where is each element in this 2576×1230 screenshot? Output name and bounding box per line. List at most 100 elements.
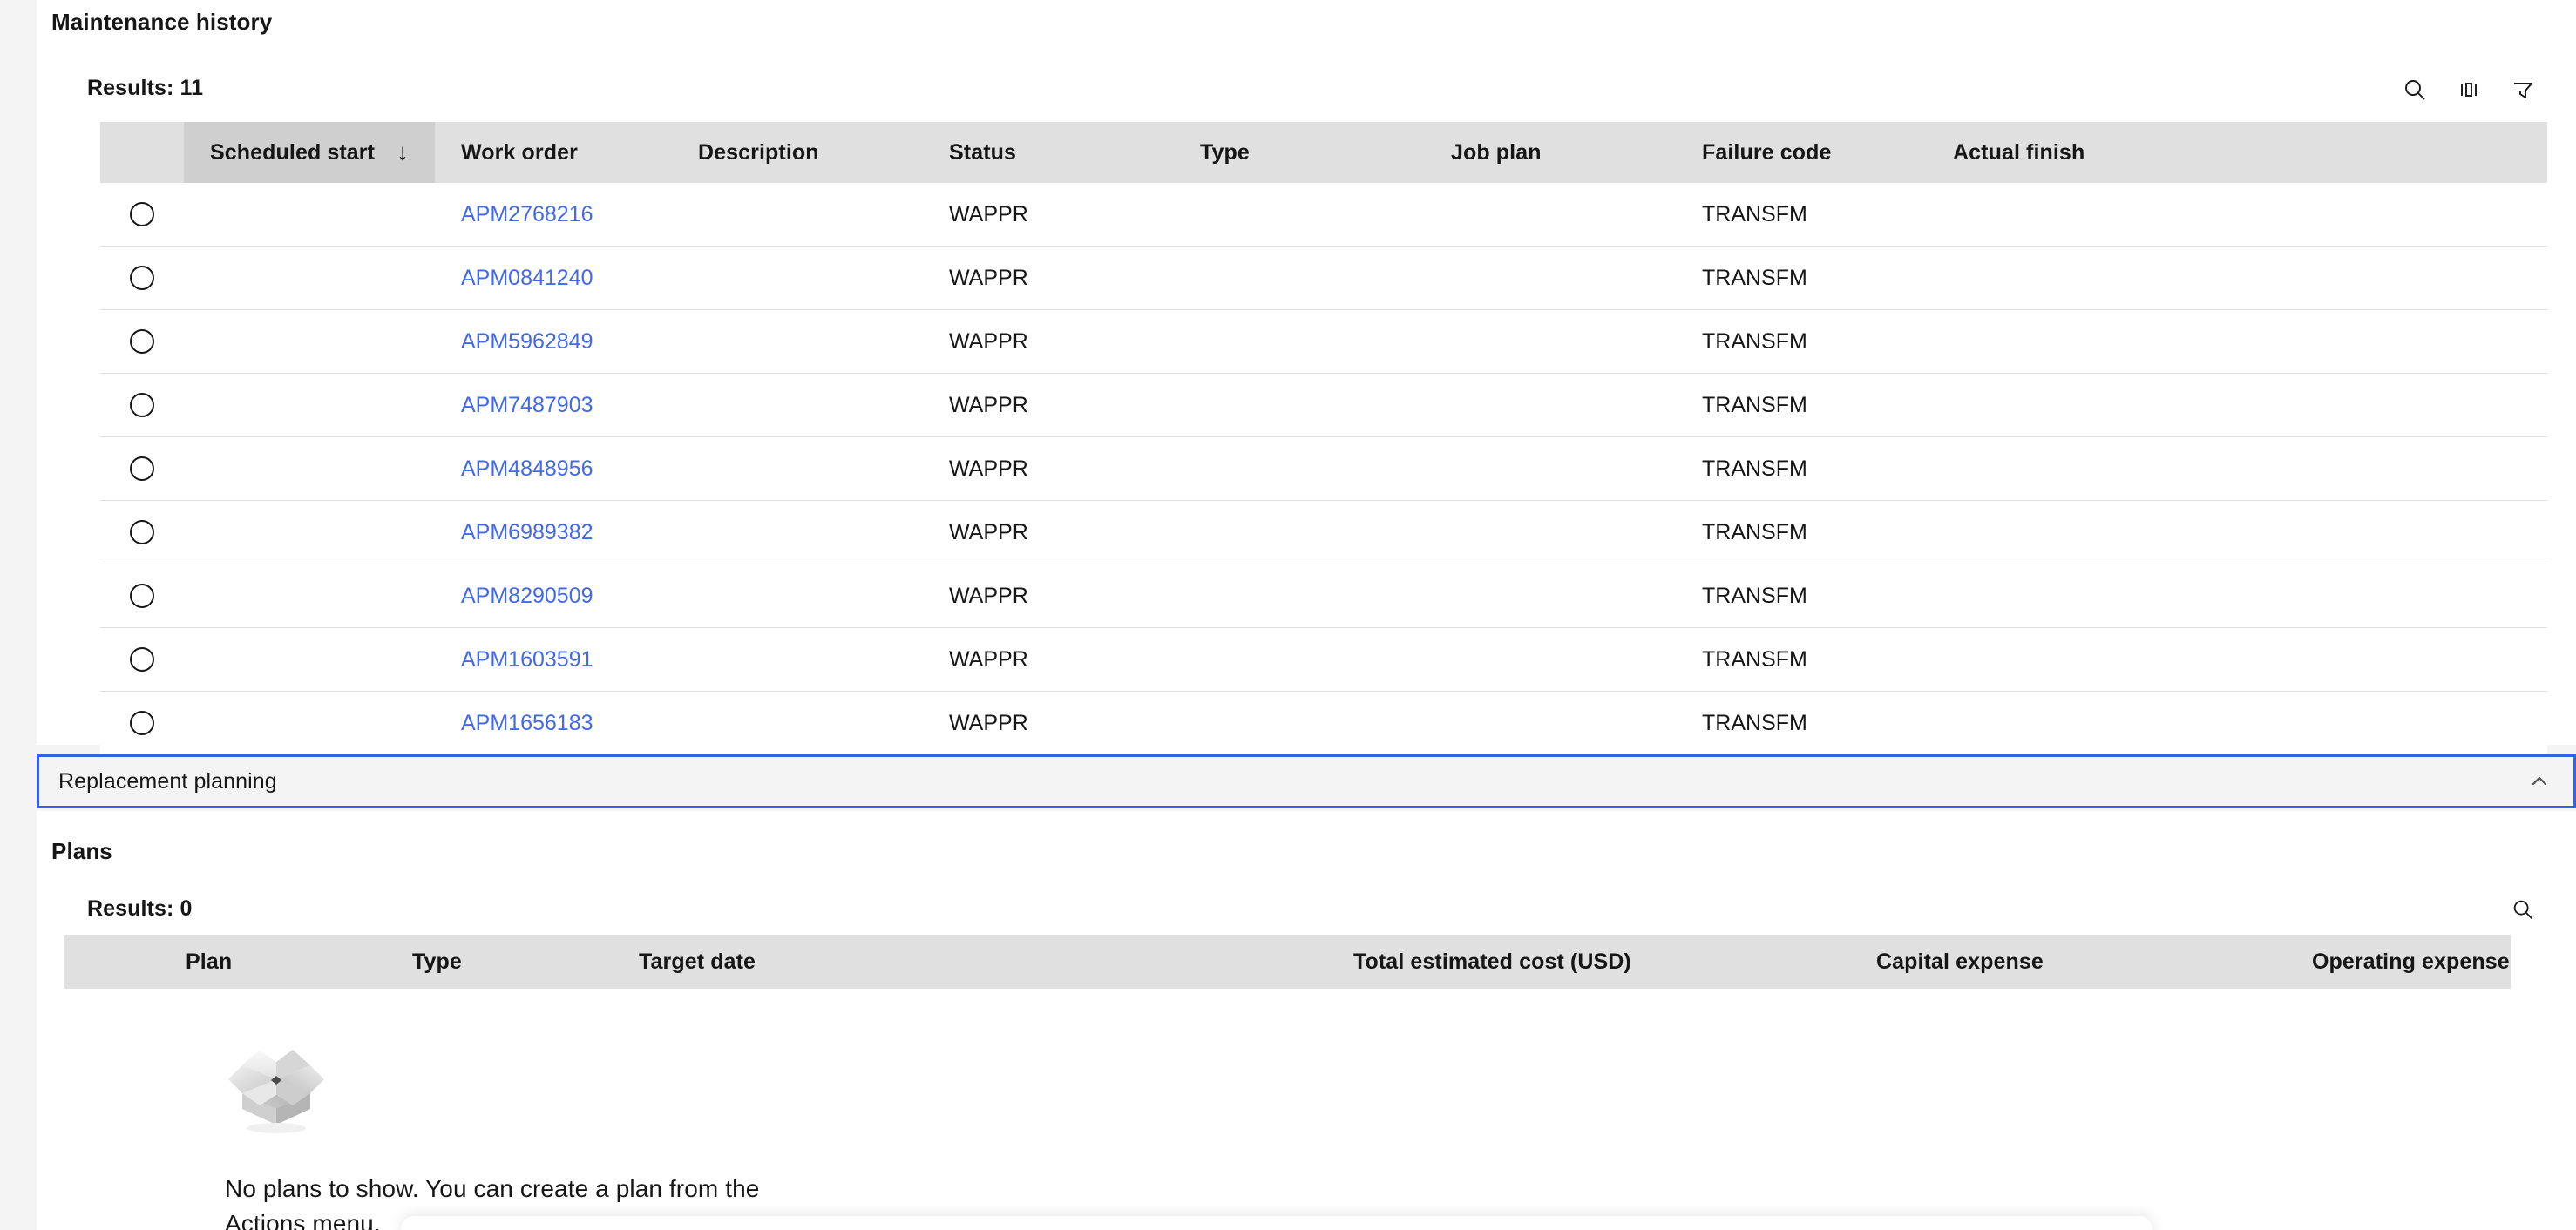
column-header-scheduled-start[interactable]: Scheduled start ↓ — [184, 122, 435, 183]
row-radio-button[interactable] — [130, 711, 154, 735]
column-header-actual-finish[interactable]: Actual finish — [1927, 122, 2547, 183]
work-order-link[interactable]: APM1656183 — [461, 711, 593, 735]
page-title: Maintenance history — [51, 9, 273, 35]
column-header-job-plan[interactable]: Job plan — [1425, 122, 1676, 183]
table-row[interactable]: APM1656183 WAPPR TRANSFM — [100, 691, 2547, 755]
work-order-link[interactable]: APM0841240 — [461, 266, 593, 290]
sort-descending-icon: ↓ — [397, 139, 409, 166]
cell-status: WAPPR — [923, 691, 1174, 755]
cell-actual-finish — [1927, 627, 2547, 692]
cell-description — [672, 691, 923, 755]
search-icon[interactable] — [2496, 884, 2550, 935]
plans-empty-state: No plans to show. You can create a plan … — [225, 1041, 835, 1230]
cell-actual-finish — [1927, 564, 2547, 628]
plans-column-header-blank — [64, 935, 159, 989]
chevron-up-icon[interactable] — [2528, 770, 2551, 793]
row-select-cell — [100, 627, 184, 692]
cell-job-plan — [1425, 183, 1676, 247]
cell-work-order: APM6989382 — [435, 500, 672, 564]
work-order-link[interactable]: APM6989382 — [461, 520, 593, 544]
table-row[interactable]: APM6989382 WAPPR TRANSFM — [100, 500, 2547, 564]
cell-failure-code: TRANSFM — [1676, 691, 1927, 755]
work-order-link[interactable]: APM8290509 — [461, 584, 593, 608]
column-settings-icon[interactable] — [2442, 64, 2496, 115]
plans-column-header-target-date[interactable]: Target date — [613, 935, 1327, 989]
cell-failure-code: TRANSFM — [1676, 500, 1927, 564]
plans-toolbar-actions — [2496, 884, 2550, 935]
cell-actual-finish — [1927, 691, 2547, 755]
cell-type — [1174, 691, 1425, 755]
plans-section-title: Plans — [51, 838, 112, 864]
row-radio-button[interactable] — [130, 393, 154, 417]
cell-work-order: APM1603591 — [435, 627, 672, 692]
cell-status: WAPPR — [923, 309, 1174, 374]
cell-failure-code: TRANSFM — [1676, 309, 1927, 374]
cell-work-order: APM0841240 — [435, 246, 672, 310]
row-radio-button[interactable] — [130, 329, 154, 354]
cell-job-plan — [1425, 500, 1676, 564]
table-row[interactable]: APM5962849 WAPPR TRANSFM — [100, 309, 2547, 374]
cell-job-plan — [1425, 246, 1676, 310]
cell-scheduled-start — [184, 500, 435, 564]
row-select-cell — [100, 500, 184, 564]
cell-scheduled-start — [184, 436, 435, 501]
plans-results-count: Results: 0 — [87, 896, 193, 921]
column-header-type[interactable]: Type — [1174, 122, 1425, 183]
cell-work-order: APM2768216 — [435, 183, 672, 247]
cell-status: WAPPR — [923, 627, 1174, 692]
row-select-cell — [100, 691, 184, 755]
plans-column-header-total-estimated-cost[interactable]: Total estimated cost (USD) — [1327, 935, 1850, 989]
work-order-link[interactable]: APM1603591 — [461, 647, 593, 672]
work-order-link[interactable]: APM4848956 — [461, 456, 593, 481]
filter-icon[interactable] — [2496, 64, 2550, 115]
row-radio-button[interactable] — [130, 520, 154, 544]
row-radio-button[interactable] — [130, 647, 154, 672]
cell-actual-finish — [1927, 373, 2547, 437]
table-row[interactable]: APM8290509 WAPPR TRANSFM — [100, 564, 2547, 628]
plans-column-header-capital-expense[interactable]: Capital expense — [1850, 935, 2312, 989]
plans-column-header-plan[interactable]: Plan — [159, 935, 386, 989]
row-select-cell — [100, 309, 184, 374]
cell-status: WAPPR — [923, 564, 1174, 628]
cell-status: WAPPR — [923, 183, 1174, 247]
cell-work-order: APM7487903 — [435, 373, 672, 437]
work-order-link[interactable]: APM5962849 — [461, 329, 593, 354]
accordion-replacement-planning[interactable]: Replacement planning — [37, 754, 2576, 808]
cell-type — [1174, 627, 1425, 692]
cell-scheduled-start — [184, 309, 435, 374]
cell-type — [1174, 183, 1425, 247]
cell-failure-code: TRANSFM — [1676, 436, 1927, 501]
column-header-failure-code[interactable]: Failure code — [1676, 122, 1927, 183]
table-row[interactable]: APM7487903 WAPPR TRANSFM — [100, 373, 2547, 437]
results-count: Results: 11 — [87, 76, 204, 100]
cell-description — [672, 500, 923, 564]
plans-table: Plan Type Target date Total estimated co… — [64, 935, 2511, 989]
page-root: Maintenance history Results: 11 Schedule… — [0, 0, 2576, 1230]
cell-job-plan — [1425, 436, 1676, 501]
cell-description — [672, 627, 923, 692]
table-row[interactable]: APM4848956 WAPPR TRANSFM — [100, 436, 2547, 501]
cell-scheduled-start — [184, 373, 435, 437]
cell-type — [1174, 500, 1425, 564]
column-header-description[interactable]: Description — [672, 122, 923, 183]
search-icon[interactable] — [2388, 64, 2442, 115]
work-order-link[interactable]: APM2768216 — [461, 202, 593, 226]
row-radio-button[interactable] — [130, 202, 154, 226]
column-header-work-order[interactable]: Work order — [435, 122, 672, 183]
work-order-link[interactable]: APM7487903 — [461, 393, 593, 417]
row-radio-button[interactable] — [130, 584, 154, 608]
table-row[interactable]: APM2768216 WAPPR TRANSFM — [100, 183, 2547, 247]
cell-status: WAPPR — [923, 436, 1174, 501]
plans-column-header-type[interactable]: Type — [386, 935, 613, 989]
cell-scheduled-start — [184, 691, 435, 755]
row-select-cell — [100, 373, 184, 437]
accordion-title: Replacement planning — [58, 768, 277, 794]
column-header-status[interactable]: Status — [923, 122, 1174, 183]
column-header-label: Scheduled start — [210, 139, 376, 165]
empty-box-icon — [225, 1041, 328, 1135]
plans-column-header-operating-expense[interactable]: Operating expense — [2312, 935, 2511, 989]
table-row[interactable]: APM1603591 WAPPR TRANSFM — [100, 627, 2547, 692]
table-row[interactable]: APM0841240 WAPPR TRANSFM — [100, 246, 2547, 310]
row-radio-button[interactable] — [130, 266, 154, 290]
row-radio-button[interactable] — [130, 456, 154, 481]
